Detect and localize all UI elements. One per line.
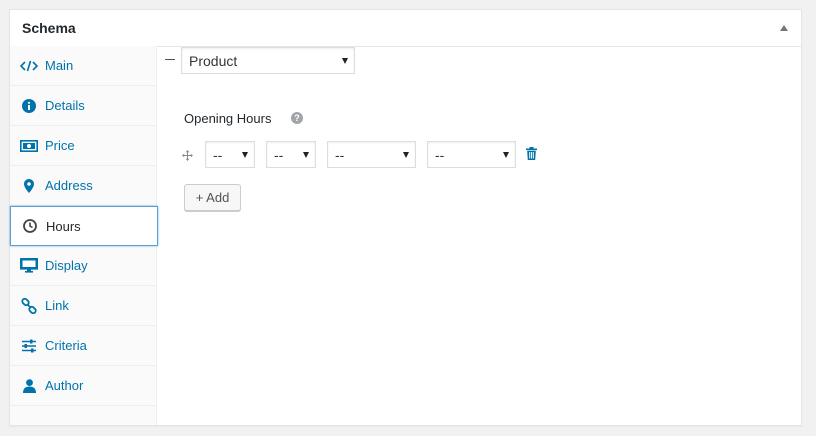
code-icon [20,58,38,74]
desktop-icon [20,258,38,274]
tab-author[interactable]: Author [10,366,156,406]
add-hours-button[interactable]: + Add [184,184,241,211]
link-icon [20,297,38,314]
collapse-icon[interactable] [165,59,175,60]
day-to-value: -- [274,146,284,163]
tab-main[interactable]: Main [10,46,156,86]
day-to-select[interactable]: -- [266,141,316,168]
tab-label: Display [45,258,88,273]
tab-hours[interactable]: Hours [10,206,158,246]
info-icon [20,98,38,114]
location-icon [20,178,38,194]
chevron-down-icon [503,151,509,158]
chevron-down-icon [242,151,248,158]
hours-panel: Product Opening Hours ? -- -- -- -- + Ad… [157,46,801,425]
tab-address[interactable]: Address [10,166,156,206]
metabox-header[interactable]: Schema [10,10,801,47]
tab-label: Price [45,138,75,153]
tab-label: Criteria [45,338,87,353]
sliders-icon [20,338,38,354]
tab-label: Main [45,58,74,73]
tab-criteria[interactable]: Criteria [10,326,156,366]
trash-icon[interactable] [526,147,537,165]
tab-link[interactable]: Link [10,286,156,326]
tab-label: Author [45,378,84,393]
schema-type-value: Product [189,52,238,69]
time-to-select[interactable]: -- [427,141,516,168]
tab-label: Address [45,178,93,193]
opening-hours-label: Opening Hours [184,111,272,126]
clock-icon [21,218,39,234]
chevron-down-icon [403,151,409,158]
time-from-select[interactable]: -- [327,141,416,168]
tab-label: Hours [46,218,81,234]
day-from-select[interactable]: -- [205,141,255,168]
money-icon [20,138,38,154]
drag-handle-icon[interactable] [182,148,193,166]
tab-display[interactable]: Display [10,246,156,286]
schema-tabs: Main Details Price Address Hours Display… [10,46,158,425]
tab-label: Link [45,298,69,313]
metabox-title: Schema [22,20,76,36]
time-from-value: -- [335,146,345,163]
schema-metabox: Schema Main Details Price Address Hours … [9,9,802,426]
time-to-value: -- [435,146,445,163]
help-icon[interactable]: ? [291,112,303,124]
collapse-toggle-icon[interactable] [780,25,788,31]
chevron-down-icon [342,57,348,64]
schema-type-select[interactable]: Product [181,47,355,74]
tab-price[interactable]: Price [10,126,156,166]
day-from-value: -- [213,146,223,163]
user-icon [20,378,38,394]
chevron-down-icon [303,151,309,158]
tab-details[interactable]: Details [10,86,156,126]
tab-label: Details [45,98,85,113]
